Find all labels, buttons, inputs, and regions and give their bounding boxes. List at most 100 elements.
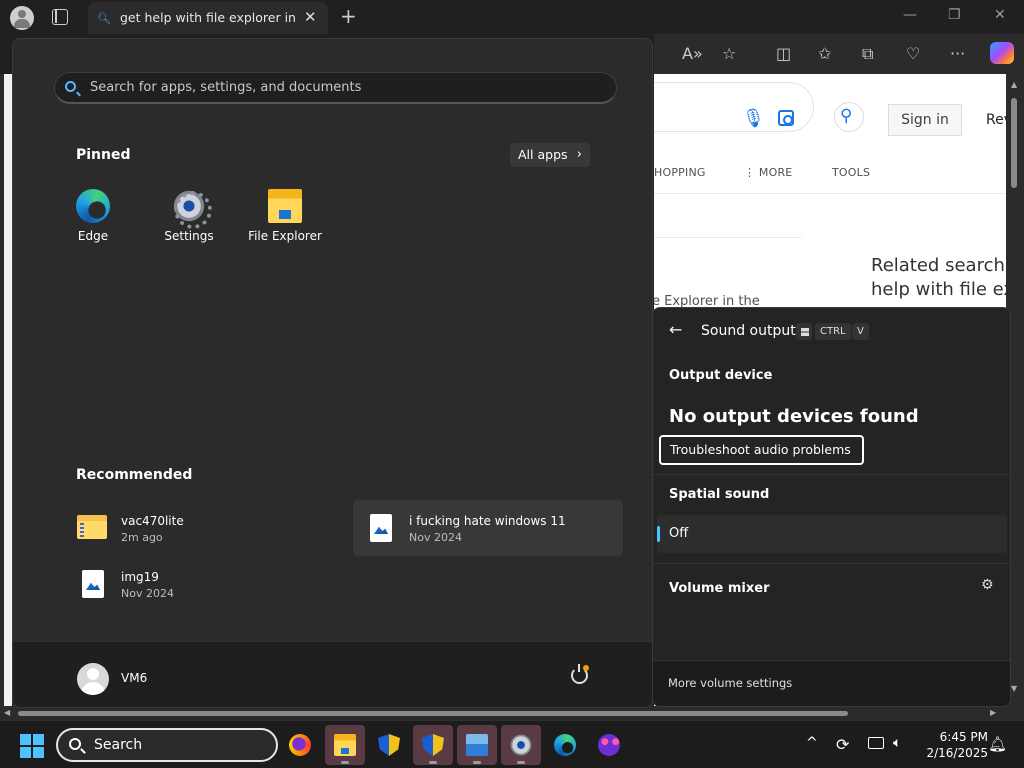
favorites-icon[interactable]: ✩ [818,44,831,63]
image-file-icon [82,570,104,598]
collections-icon[interactable]: ⧉ [862,44,873,64]
new-tab-button[interactable]: + [340,4,357,28]
pinned-app-file-explorer[interactable]: File Explorer [237,189,333,243]
all-apps-label: All apps [518,147,568,162]
divider [654,193,1006,194]
item-name: vac470lite [121,514,184,528]
pinned-app-settings[interactable]: Settings [141,189,237,243]
pinned-app-label: Settings [164,229,214,243]
notification-bell-icon[interactable]: 🔔︎ [988,735,1007,753]
split-screen-icon[interactable]: ◫ [776,44,791,63]
related-line-2: help with file ex [871,279,1006,300]
update-badge [583,665,589,671]
related-line-1: Related searche [871,255,1006,276]
recommended-item[interactable]: img19 Nov 2024 [77,557,347,613]
pinned-app-label: Edge [77,229,109,243]
close-tab-button[interactable]: ✕ [304,8,317,26]
all-apps-button[interactable]: All apps › [510,143,590,167]
taskbar-firefox[interactable] [280,725,320,765]
item-time: 2m ago [121,531,163,544]
network-icon[interactable] [868,737,884,749]
shield-icon [378,734,400,756]
spatial-sound-heading: Spatial sound [669,487,770,502]
speaker-muted-icon[interactable]: 🔈︎ [893,735,901,751]
taskbar-security[interactable] [369,725,409,765]
back-arrow-icon[interactable]: ← [669,320,682,339]
search-sparkle-icon: ⚲ [840,106,853,126]
taskbar-search-box[interactable]: Search [56,728,278,762]
rewards-link[interactable]: Rev [986,112,1006,128]
read-aloud-icon[interactable]: A» [682,44,703,63]
start-footer: VM6 [13,641,652,707]
search-icon [69,738,81,750]
taskbar-file-explorer[interactable] [325,725,365,765]
user-avatar[interactable] [77,663,109,695]
sound-output-flyout: ← Sound output CTRL V Output device No o… [652,307,1011,707]
tray-overflow-chevron-icon[interactable]: ^ [806,735,818,751]
flyout-footer: More volume settings [653,660,1010,706]
mask-app-icon [598,734,620,756]
tab-more[interactable]: ⋮ MORE [744,166,792,179]
shortcut-key: CTRL [815,323,851,340]
flyout-title: Sound output [701,323,796,339]
search-favicon-icon: 🔍︎ [97,12,111,25]
search-placeholder: Search for apps, settings, and documents [90,80,362,95]
minimize-button[interactable]: — [903,7,917,23]
browser-essentials-icon[interactable]: ♡ [906,44,920,63]
microphone-icon[interactable]: 🎙︎ [742,108,765,129]
copilot-icon[interactable] [990,42,1014,64]
sync-icon[interactable]: ⟳ [836,735,849,754]
page-left-edge [0,74,12,708]
pinned-app-edge[interactable]: Edge [45,189,141,243]
divider [653,474,1010,475]
shortcut-key: V [852,323,869,340]
more-icon[interactable]: ··· [950,44,965,63]
troubleshoot-audio-button[interactable]: Troubleshoot audio problems [659,435,864,465]
taskbar-edge[interactable] [545,725,585,765]
clock[interactable]: 6:45 PM 2/16/2025 [918,729,988,761]
item-time: Nov 2024 [121,587,174,600]
recommended-item[interactable]: vac470lite 2m ago [77,501,347,557]
user-name[interactable]: VM6 [121,671,147,685]
taskbar-settings[interactable] [501,725,541,765]
file-explorer-icon [334,734,356,756]
taskbar-photos[interactable] [457,725,497,765]
windows-key-icon [796,323,812,340]
browser-tab-bar: 🔍︎ get help with file explorer in window… [0,0,1024,34]
browser-toolbar: A» ☆ ◫ ✩ ⧉ ♡ ··· [654,34,1024,74]
edge-icon [554,734,576,756]
taskbar: Search ^ ⟳ 🔈︎ 6:45 PM 2/16/2025 🔔︎ [0,720,1024,768]
sign-in-button[interactable]: Sign in [888,104,962,136]
volume-mixer-heading: Volume mixer [669,581,770,596]
recommended-item[interactable]: i fucking hate windows 11 Nov 2024 [353,500,623,556]
profile-avatar-icon[interactable] [10,6,34,30]
pinned-app-label: File Explorer [248,229,322,243]
search-icon [65,81,76,92]
date: 2/16/2025 [926,746,988,760]
spatial-sound-off-option[interactable]: Off [657,515,1007,553]
start-search-input[interactable]: Search for apps, settings, and documents [54,72,617,104]
edge-icon [76,189,110,223]
browser-tab[interactable]: 🔍︎ get help with file explorer in window… [88,2,328,34]
spatial-sound-value: Off [669,526,689,541]
taskbar-mask-app[interactable] [589,725,629,765]
output-device-heading: Output device [669,368,773,383]
folder-icon [268,189,302,223]
windows-start-button[interactable] [20,734,44,758]
favorite-star-icon[interactable]: ☆ [722,44,736,63]
image-file-icon [370,514,392,542]
taskbar-search-label: Search [94,737,143,753]
tab-shopping[interactable]: HOPPING [654,166,706,179]
tab-actions-icon[interactable] [52,9,68,25]
recommended-heading: Recommended [76,467,193,483]
settings-icon [510,734,532,756]
settings-gear-icon [172,189,212,229]
more-volume-settings-link[interactable]: More volume settings [668,676,792,690]
taskbar-security-2[interactable] [413,725,453,765]
mixer-settings-gear-icon[interactable]: ⚙ [981,577,994,593]
close-window-button[interactable]: ✕ [994,7,1006,23]
horizontal-scrollbar[interactable]: ◀ ▶ [0,706,1024,720]
tab-tools[interactable]: TOOLS [832,166,870,179]
maximize-button[interactable]: ❐ [948,7,961,23]
lens-search-icon[interactable] [778,110,794,126]
